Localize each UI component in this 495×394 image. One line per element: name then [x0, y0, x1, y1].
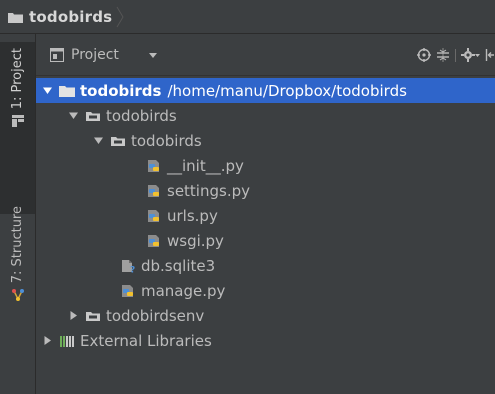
tool-window-strip: 1: Project 7: Structure	[0, 34, 36, 394]
collapse-all-button[interactable]	[436, 44, 450, 66]
folder-icon	[59, 85, 75, 97]
tree-item-label: todobirds	[131, 131, 202, 150]
tree-item-label: todobirds	[106, 106, 177, 125]
folder-icon	[86, 311, 100, 321]
expand-arrow-icon[interactable]	[43, 86, 52, 95]
tree-row-file[interactable]: manage.py	[36, 278, 495, 303]
folder-icon	[86, 111, 100, 121]
gear-icon	[461, 48, 475, 62]
unknown-file-icon: ?	[122, 259, 135, 273]
chevron-down-icon	[148, 52, 157, 58]
tree-item-label: todobirdsenv	[106, 306, 205, 325]
tree-item-label: wsgi.py	[167, 231, 224, 250]
breadcrumb[interactable]: todobirds	[8, 6, 124, 28]
breadcrumb-label: todobirds	[29, 8, 113, 26]
tree-item-label: db.sqlite3	[141, 256, 216, 275]
panel-toolbar	[412, 44, 495, 66]
ide-window: todobirds 1: Project 7: Structure Projec…	[0, 0, 495, 394]
tree-item-label: __init__.py	[167, 156, 244, 175]
project-tree: todobirds /home/manu/Dropbox/todobirds t…	[36, 76, 495, 394]
tab-project[interactable]: 1: Project	[0, 42, 35, 214]
collapsed-arrow-icon[interactable]	[43, 336, 52, 345]
collapsed-arrow-icon[interactable]	[69, 311, 78, 320]
tree-row-libraries[interactable]: External Libraries	[36, 328, 495, 353]
tree-row-file[interactable]: __init__.py	[36, 153, 495, 178]
project-tool-window: Project todobirds /home/manu/Dropbox/tod…	[36, 34, 495, 394]
tree-row-file[interactable]: settings.py	[36, 178, 495, 203]
hide-panel-button[interactable]	[485, 44, 495, 66]
breadcrumb-separator-icon	[116, 6, 124, 28]
settings-button[interactable]	[461, 44, 480, 66]
tab-structure[interactable]: 7: Structure	[0, 200, 35, 324]
tree-item-label: todobirds	[80, 81, 162, 100]
project-icon	[11, 115, 24, 128]
folder-icon	[8, 12, 23, 23]
python-file-icon	[148, 209, 159, 222]
crosshair-icon	[417, 48, 431, 62]
tree-item-label: manage.py	[141, 281, 226, 300]
expand-arrow-icon[interactable]	[94, 136, 103, 145]
python-file-icon	[148, 184, 159, 197]
toolbar-separator	[455, 48, 456, 62]
python-file-icon	[122, 284, 133, 297]
scroll-from-source-button[interactable]	[417, 44, 431, 66]
tree-row-root[interactable]: todobirds /home/manu/Dropbox/todobirds	[36, 78, 495, 103]
view-mode-label: Project	[71, 47, 119, 63]
tab-project-label: 1: Project	[10, 48, 25, 110]
tree-row-file[interactable]: urls.py	[36, 203, 495, 228]
navigation-bar: todobirds	[0, 0, 495, 34]
structure-icon	[11, 289, 24, 302]
tree-row-file[interactable]: ? db.sqlite3	[36, 253, 495, 278]
tree-row-folder[interactable]: todobirds	[36, 103, 495, 128]
tree-item-label: urls.py	[167, 206, 218, 225]
view-mode-dropdown[interactable]: Project	[50, 44, 157, 66]
project-panel-header: Project	[36, 34, 495, 76]
tree-row-folder[interactable]: todobirdsenv	[36, 303, 495, 328]
tree-item-label: settings.py	[167, 181, 250, 200]
python-file-icon	[148, 234, 159, 247]
folder-icon	[111, 136, 125, 146]
collapse-all-icon	[437, 48, 449, 62]
hide-panel-icon	[485, 49, 494, 61]
chevron-down-icon	[475, 54, 480, 57]
tree-row-file[interactable]: wsgi.py	[36, 228, 495, 253]
tree-item-label: External Libraries	[80, 331, 212, 350]
project-view-icon	[50, 48, 64, 62]
library-icon	[60, 335, 74, 347]
expand-arrow-icon[interactable]	[69, 111, 78, 120]
tree-row-folder[interactable]: todobirds	[36, 128, 495, 153]
python-file-icon	[148, 159, 159, 172]
tree-item-path: /home/manu/Dropbox/todobirds	[167, 81, 407, 100]
tab-structure-label: 7: Structure	[10, 206, 25, 284]
svg-text:?: ?	[130, 265, 135, 273]
